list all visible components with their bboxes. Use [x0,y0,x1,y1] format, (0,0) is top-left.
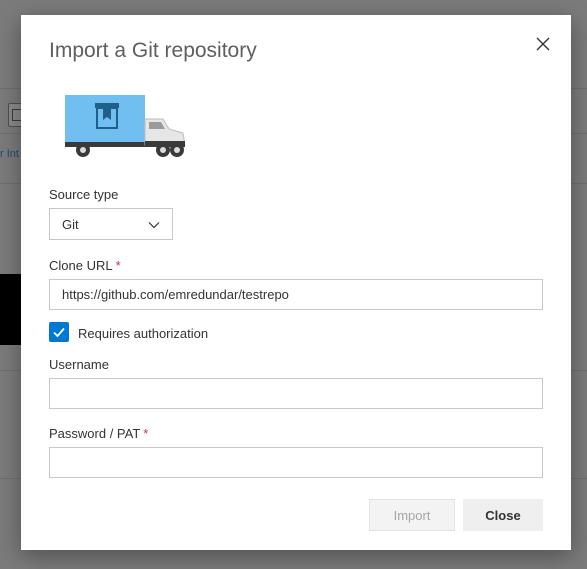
requires-authorization-checkbox[interactable] [49,322,69,342]
import-repository-dialog: Import a Git repository Source type Git … [21,15,571,550]
backdrop-panel [0,274,21,345]
source-type-label: Source type [49,187,119,202]
delivery-truck-illustration [63,93,187,163]
required-mark: * [115,258,121,273]
backdrop-link: r Int [0,148,19,160]
username-label: Username [49,357,109,372]
username-input[interactable] [49,378,543,409]
close-icon[interactable] [533,34,553,54]
close-button[interactable]: Close [463,499,543,531]
dialog-title: Import a Git repository [49,39,257,62]
requires-authorization-label[interactable]: Requires authorization [78,326,208,341]
clone-url-input[interactable] [49,279,543,310]
clone-url-label: Clone URL * [49,258,121,273]
clone-url-label-text: Clone URL [49,258,113,273]
required-mark: * [143,426,149,441]
source-type-value: Git [62,216,79,232]
password-label: Password / PAT * [49,426,148,441]
chevron-down-icon [148,219,160,231]
checkmark-icon [53,327,65,338]
password-input[interactable] [49,447,543,478]
password-label-text: Password / PAT [49,426,141,441]
source-type-dropdown[interactable]: Git [49,208,173,240]
import-button[interactable]: Import [369,499,455,531]
